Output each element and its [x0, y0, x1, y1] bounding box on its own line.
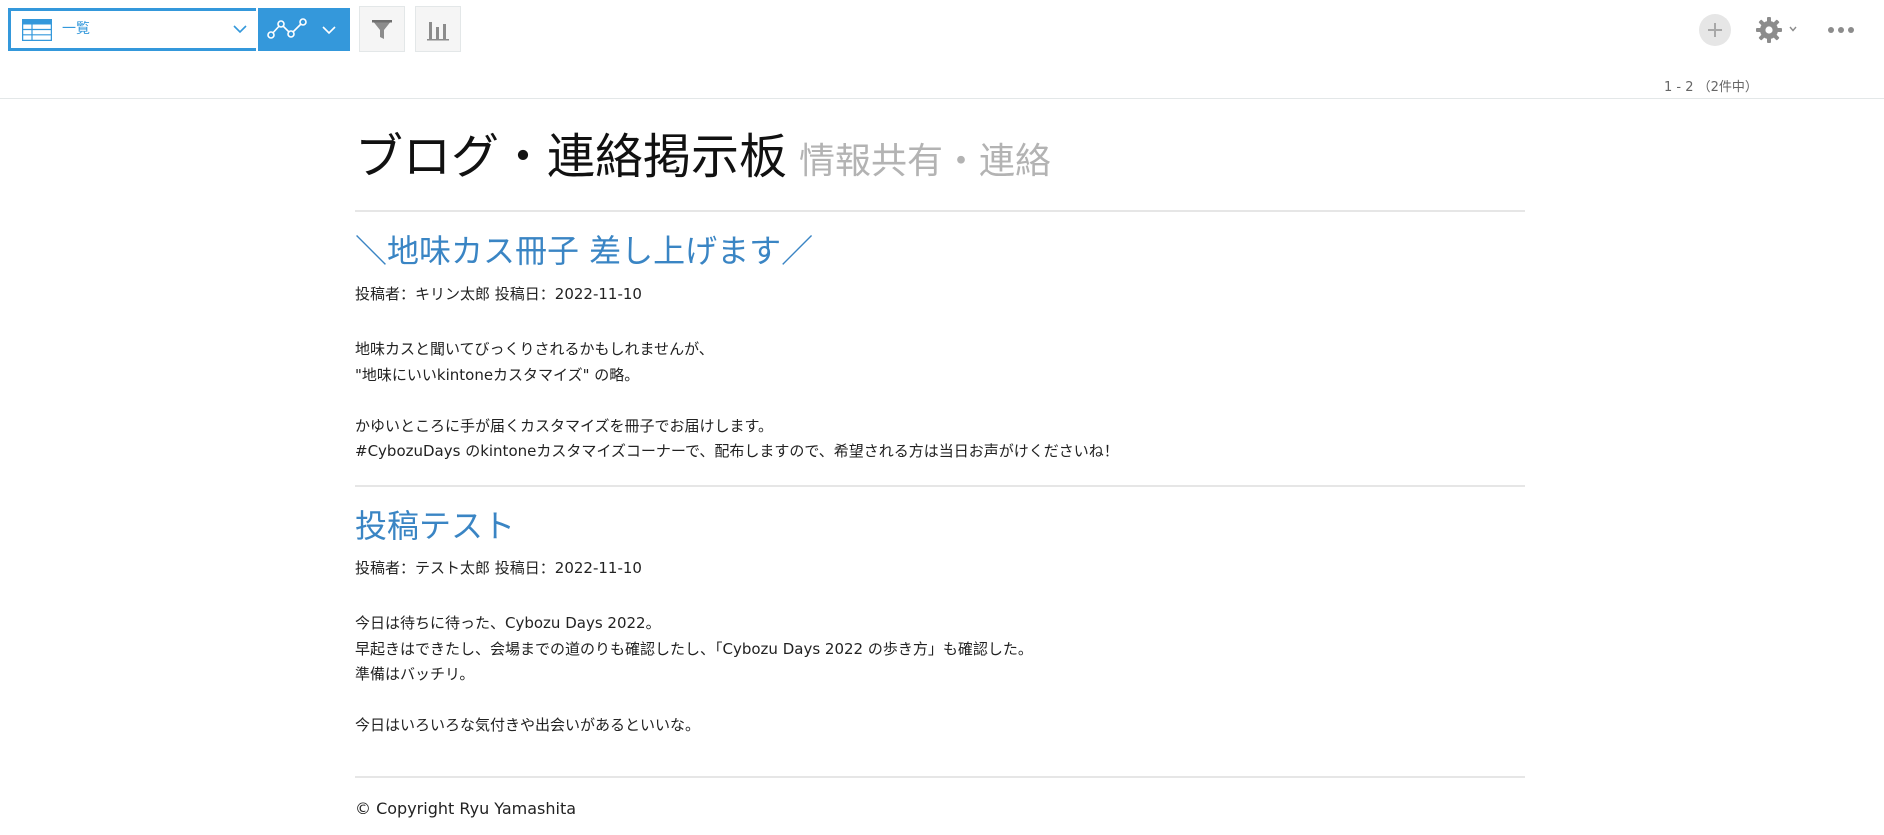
view-label: 一覧 [62, 21, 90, 37]
post-line: 準備はバッチリ。 [355, 665, 475, 683]
divider [355, 485, 1525, 487]
filter-icon [372, 20, 392, 39]
filter-button[interactable] [359, 6, 405, 52]
pagination-info: 1 - 2 （2件中） [1664, 80, 1758, 95]
page-title-main: ブログ・連絡掲示板 [355, 129, 788, 185]
chevron-down-icon [322, 26, 336, 35]
post-line: 地味カスと聞いてびっくりされるかもしれませんが、 [355, 340, 714, 358]
footer-copyright: © Copyright Ryu Yamashita [355, 799, 577, 818]
view-select-field[interactable]: 一覧 [11, 11, 256, 48]
post-body: 地味カスと聞いてびっくりされるかもしれませんが、 "地味にいいkintoneカス… [355, 337, 1119, 465]
post-paragraph: かゆいところに手が届くカスタマイズを冊子でお届けします。 #CybozuDays… [355, 414, 1119, 465]
more-icon [1828, 27, 1854, 33]
post-line: "地味にいいkintoneカスタマイズ" の略。 [355, 365, 640, 384]
toolbar: 一覧 1 - 2 （2件中） [0, 0, 1884, 95]
page-title: ブログ・連絡掲示板 情報共有・連絡 [355, 127, 1051, 192]
chevron-down-icon [1789, 26, 1797, 32]
post-meta: 投稿者：テスト太郎 投稿日：2022-11-10 [355, 559, 642, 577]
graph-icon [267, 18, 307, 39]
post-line: 今日は待ちに待った、Cybozu Days 2022。 [355, 614, 661, 632]
post-title: ＼地味カス冊子 差し上げます／ [355, 232, 814, 270]
bar-chart-icon [427, 22, 449, 41]
post-line: 早起きはできたし、会場までの道のりも確認したし、「Cybozu Days 202… [355, 639, 1033, 658]
chevron-down-icon [233, 25, 247, 34]
graph-view-button[interactable] [258, 8, 350, 51]
table-icon [22, 19, 52, 41]
settings-button[interactable] [1753, 14, 1801, 46]
more-button[interactable] [1826, 18, 1856, 42]
divider [0, 98, 1884, 99]
post-paragraph: 今日はいろいろな気付きや出会いがあるといいな。 [355, 713, 1033, 739]
post-line: かゆいところに手が届くカスタマイズを冊子でお届けします。 [355, 416, 774, 435]
post-meta: 投稿者：キリン太郎 投稿日：2022-11-10 [355, 285, 642, 303]
divider [355, 776, 1525, 778]
plus-icon [1708, 23, 1722, 37]
divider [355, 210, 1525, 212]
gear-icon [1756, 17, 1782, 43]
view-select[interactable]: 一覧 [8, 8, 256, 51]
post-body: 今日は待ちに待った、Cybozu Days 2022。 早起きはできたし、会場ま… [355, 611, 1033, 739]
add-record-button[interactable] [1699, 14, 1731, 46]
page-subtitle: 情報共有・連絡 [799, 141, 1052, 182]
post-line: 今日はいろいろな気付きや出会いがあるといいな。 [355, 716, 701, 734]
chart-button[interactable] [415, 6, 461, 52]
post-paragraph: 地味カスと聞いてびっくりされるかもしれませんが、 "地味にいいkintoneカス… [355, 337, 1119, 388]
post-paragraph: 今日は待ちに待った、Cybozu Days 2022。 早起きはできたし、会場ま… [355, 611, 1033, 688]
post-title: 投稿テスト [355, 507, 516, 545]
post-line: #CybozuDays のkintoneカスタマイズコーナーで、配布しますので、… [355, 442, 1119, 460]
